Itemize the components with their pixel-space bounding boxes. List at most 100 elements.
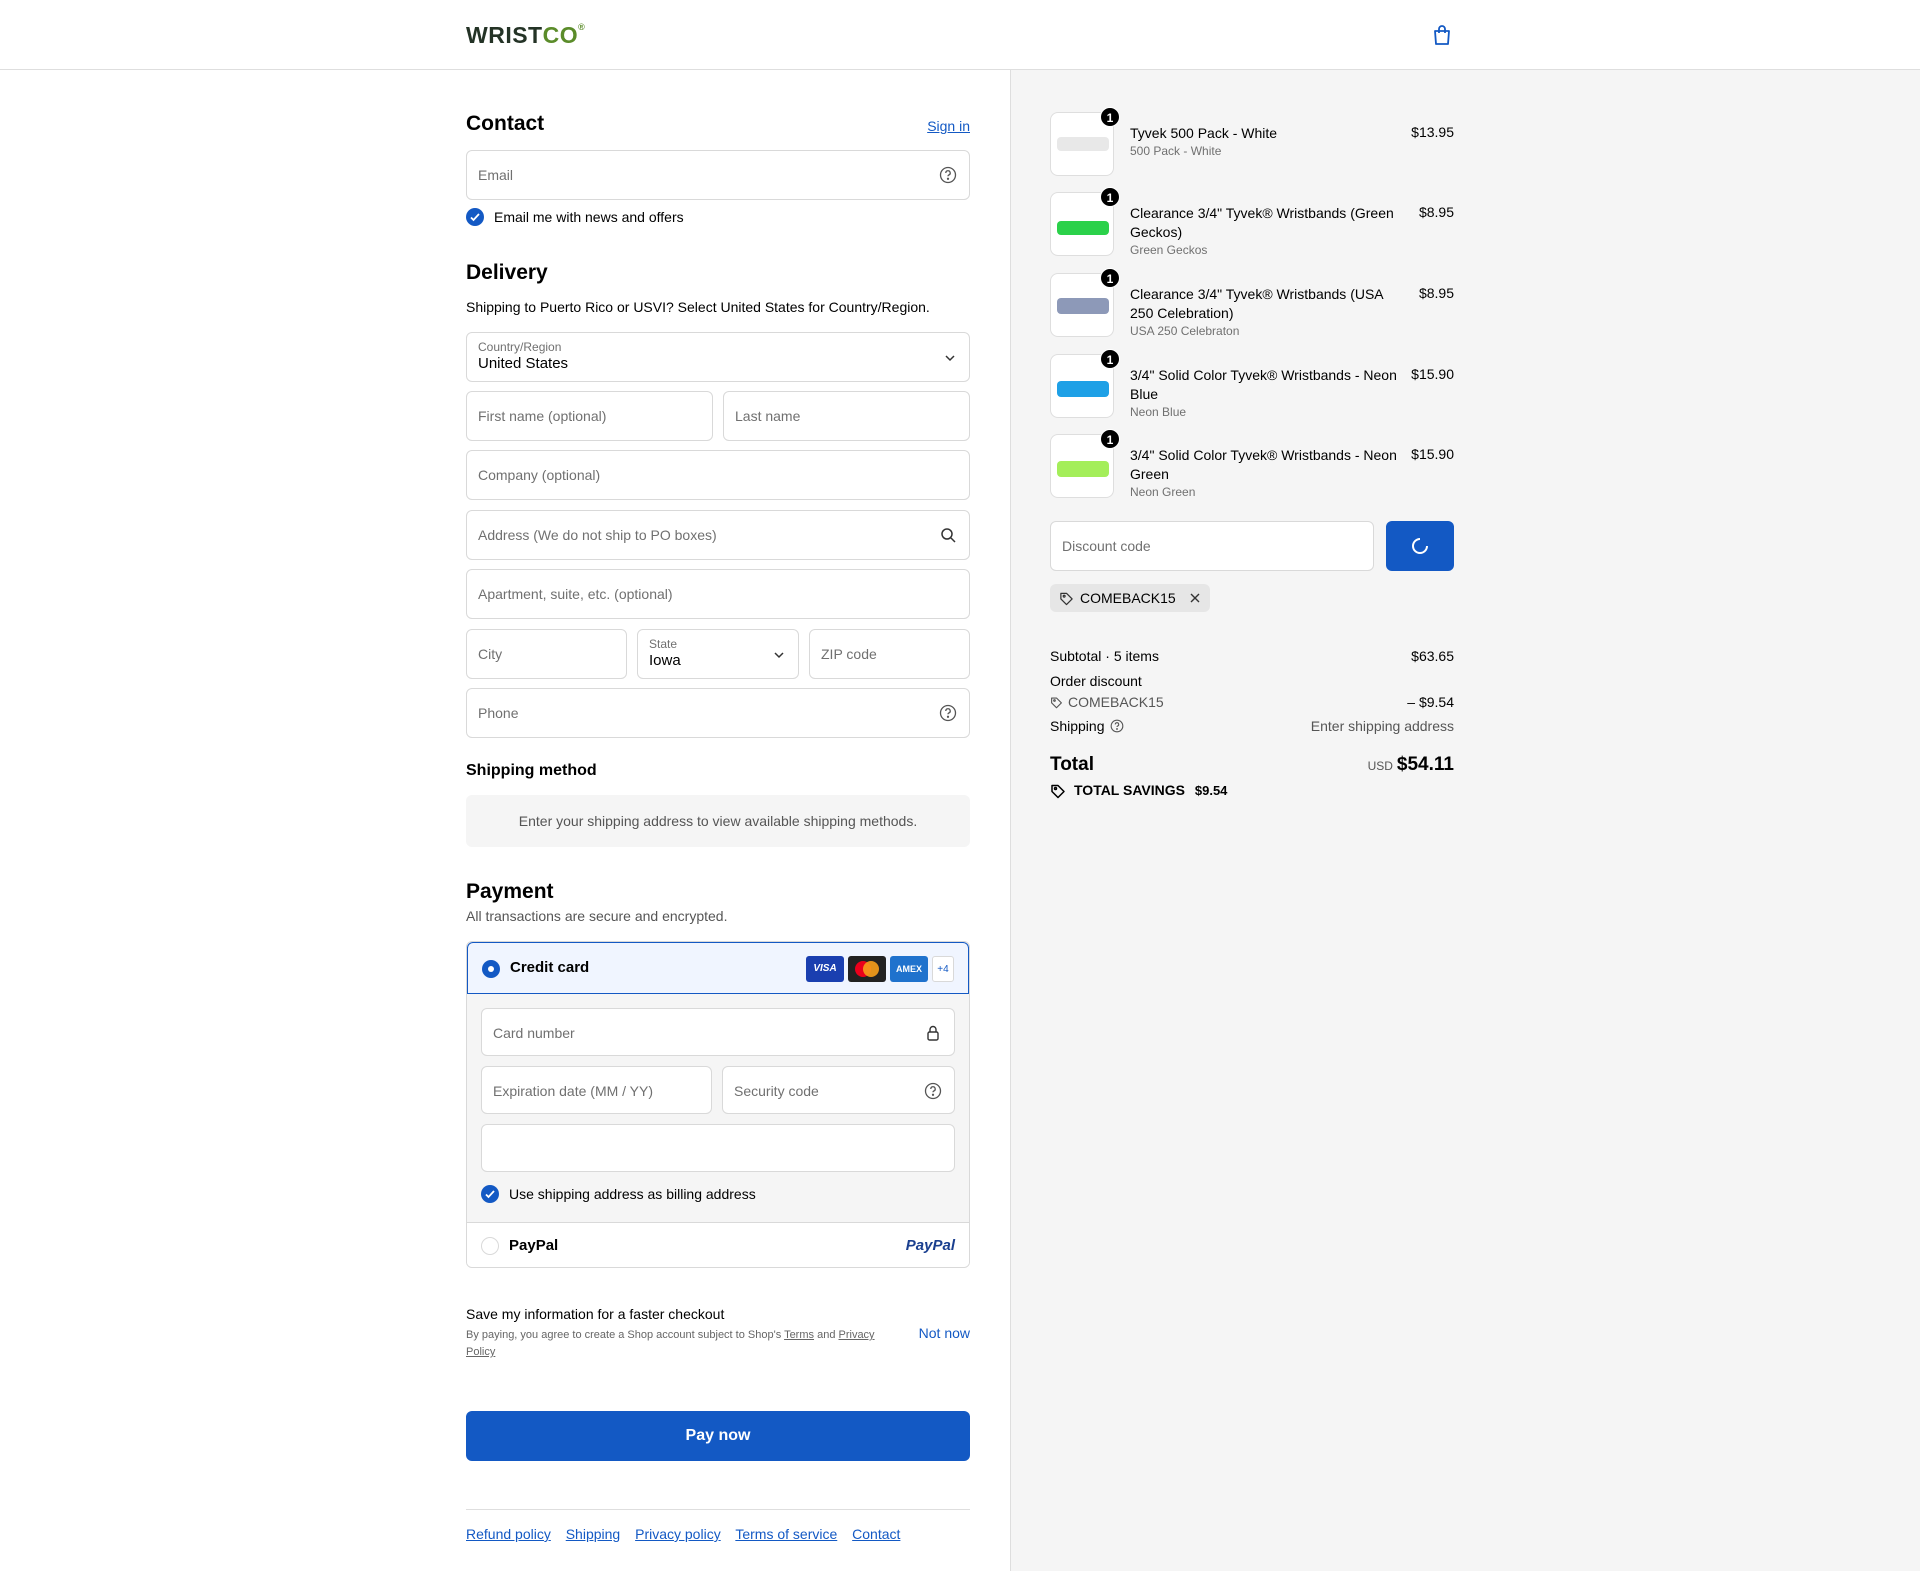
contact-heading: Contact — [466, 112, 545, 135]
last-name-placeholder: Last name — [735, 408, 801, 424]
more-cards-badge: +4 — [932, 956, 954, 982]
address-input[interactable]: Address (We do not ship to PO boxes) — [466, 510, 970, 560]
discount-code-label: COMEBACK15 — [1068, 694, 1164, 710]
credit-card-label: Credit card — [510, 959, 590, 976]
tag-icon — [1051, 784, 1065, 799]
quantity-badge: 1 — [1100, 268, 1120, 288]
terms-link[interactable]: Terms — [784, 1329, 814, 1341]
amex-icon: AMEX — [890, 956, 928, 982]
tag-icon — [1060, 592, 1073, 606]
first-name-placeholder: First name (optional) — [478, 408, 607, 424]
zip-placeholder: ZIP code — [821, 646, 877, 662]
country-value: United States — [478, 355, 569, 372]
product-price: $8.95 — [1418, 204, 1454, 220]
currency-code: USD — [1367, 759, 1393, 773]
store-logo[interactable]: WRISTCO® — [466, 22, 585, 49]
product-variant: 500 Pack - White — [1130, 144, 1222, 158]
loading-spinner-icon — [1412, 538, 1428, 554]
apartment-input[interactable]: Apartment, suite, etc. (optional) — [466, 569, 970, 619]
zip-input[interactable]: ZIP code — [809, 629, 970, 679]
subtotal-value: $63.65 — [1411, 648, 1454, 664]
paypal-option[interactable]: PayPal PayPal — [467, 1222, 969, 1267]
shipping-method-heading: Shipping method — [466, 762, 597, 779]
logo-text: WRIST — [466, 22, 543, 48]
save-info-text: By paying, you agree to create a Shop ac… — [466, 1329, 782, 1341]
subtotal-row: Subtotal · 5 items $63.65 — [1050, 648, 1454, 664]
privacy-policy-footer-link[interactable]: Privacy policy — [635, 1526, 721, 1542]
help-icon[interactable] — [924, 1082, 942, 1100]
line-item: 1 3/4" Solid Color Tyvek® Wristbands - N… — [1050, 349, 1454, 424]
quantity-badge: 1 — [1100, 107, 1120, 127]
discount-code-input[interactable]: Discount code — [1050, 521, 1374, 571]
card-number-input[interactable]: Card number — [481, 1008, 955, 1056]
expiration-placeholder: Expiration date (MM / YY) — [493, 1083, 654, 1099]
wristband-image — [1057, 461, 1109, 477]
line-item: 1 Tyvek 500 Pack - White 500 Pack - Whit… — [1050, 107, 1454, 182]
credit-card-option[interactable]: Credit card VISA AMEX +4 — [467, 942, 969, 994]
help-icon[interactable] — [1110, 719, 1124, 733]
quantity-badge: 1 — [1100, 187, 1120, 207]
security-code-placeholder: Security code — [734, 1083, 819, 1099]
shipping-link[interactable]: Shipping — [566, 1526, 621, 1542]
shipping-notice: Shipping to Puerto Rico or USVI? Select … — [466, 299, 930, 315]
news-label: Email me with news and offers — [494, 209, 684, 225]
terms-of-service-link[interactable]: Terms of service — [735, 1526, 837, 1542]
paypal-logo: PayPal — [905, 1237, 955, 1254]
total-value: $54.11 — [1396, 754, 1454, 775]
product-price: $8.95 — [1418, 285, 1454, 301]
help-icon[interactable] — [939, 166, 957, 184]
help-icon[interactable] — [939, 704, 957, 722]
close-icon[interactable] — [1189, 592, 1201, 604]
logo-accent-text: CO — [542, 22, 579, 48]
product-variant: USA 250 Celebraton — [1130, 324, 1240, 338]
save-info-title: Save my information for a faster checkou… — [466, 1306, 725, 1322]
contact-link[interactable]: Contact — [852, 1526, 900, 1542]
apply-discount-button[interactable] — [1386, 521, 1454, 571]
discount-code-placeholder: Discount code — [1062, 538, 1151, 554]
applied-discount-code: COMEBACK15 — [1080, 590, 1176, 606]
name-on-card-input[interactable] — [481, 1124, 955, 1172]
quantity-badge: 1 — [1100, 429, 1120, 449]
savings-label: TOTAL SAVINGS — [1074, 782, 1185, 798]
country-select[interactable]: Country/Region United States — [466, 332, 970, 382]
tag-icon — [1051, 697, 1062, 709]
shopping-bag-icon[interactable] — [1430, 23, 1454, 47]
news-checkbox[interactable] — [466, 208, 484, 226]
phone-input[interactable]: Phone — [466, 688, 970, 738]
credit-card-radio[interactable] — [482, 960, 500, 978]
product-variant: Green Geckos — [1130, 243, 1208, 257]
last-name-input[interactable]: Last name — [723, 391, 970, 441]
product-variant: Neon Green — [1130, 485, 1196, 499]
company-placeholder: Company (optional) — [478, 467, 601, 483]
billing-checkbox[interactable] — [481, 1185, 499, 1203]
product-price: $13.95 — [1411, 124, 1454, 140]
logo-registered-mark: ® — [578, 22, 586, 32]
state-label: State — [649, 637, 678, 651]
chevron-down-icon — [945, 355, 955, 362]
company-input[interactable]: Company (optional) — [466, 450, 970, 500]
shipping-value: Enter shipping address — [1310, 718, 1454, 734]
total-label: Total — [1050, 754, 1094, 775]
quantity-badge: 1 — [1100, 349, 1120, 369]
security-code-input[interactable]: Security code — [722, 1066, 955, 1114]
wristband-image — [1057, 221, 1109, 235]
pay-now-button[interactable]: Pay now — [466, 1411, 970, 1461]
first-name-input[interactable]: First name (optional) — [466, 391, 713, 441]
shipping-row: Shipping Enter shipping address — [1050, 718, 1454, 734]
line-item: 1 Clearance 3/4" Tyvek® Wristbands (Gree… — [1050, 187, 1454, 262]
footer-links: Refund policy Shipping Privacy policy Te… — [466, 1526, 911, 1542]
not-now-button[interactable]: Not now — [919, 1325, 970, 1341]
city-input[interactable]: City — [466, 629, 627, 679]
email-input[interactable]: Email — [466, 150, 970, 200]
phone-placeholder: Phone — [478, 705, 519, 721]
state-select[interactable]: State Iowa — [637, 629, 799, 679]
paypal-radio[interactable] — [481, 1237, 499, 1255]
line-item: 1 Clearance 3/4" Tyvek® Wristbands (USA … — [1050, 268, 1454, 343]
apartment-placeholder: Apartment, suite, etc. (optional) — [478, 586, 673, 602]
refund-policy-link[interactable]: Refund policy — [466, 1526, 551, 1542]
address-placeholder: Address (We do not ship to PO boxes) — [478, 527, 717, 543]
expiration-input[interactable]: Expiration date (MM / YY) — [481, 1066, 712, 1114]
sign-in-link[interactable]: Sign in — [927, 118, 970, 134]
product-name: 3/4" Solid Color Tyvek® Wristbands - Neo… — [1130, 447, 1397, 482]
payment-subtitle: All transactions are secure and encrypte… — [466, 908, 728, 924]
